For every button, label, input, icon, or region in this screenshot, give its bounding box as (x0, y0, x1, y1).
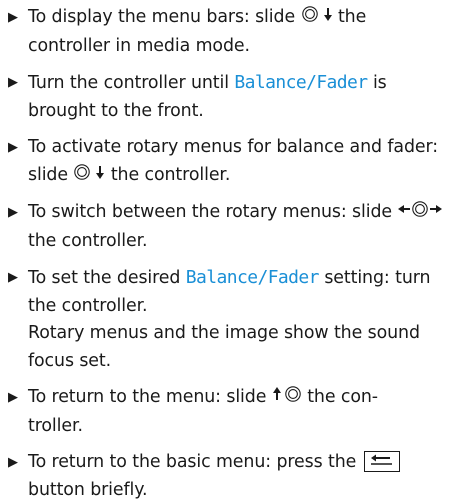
step-6-text-a: To return to the menu: slide (28, 387, 267, 407)
step-6-text-c: troller. (28, 415, 83, 436)
instruction-page: ▶ To display the menu bars: slide the co… (0, 0, 460, 501)
step-6-text-b: the con- (307, 387, 378, 407)
back-button-icon (363, 451, 400, 472)
arrow-down-icon (95, 163, 105, 191)
controller-icon (73, 163, 95, 191)
triangle-bullet-icon: ▶ (8, 140, 18, 155)
controller-icon (282, 385, 302, 413)
controller-icon (301, 5, 323, 33)
step-2-text-a: Turn the controller until (28, 73, 229, 93)
step-3: ▶ To activate rotary menus for balance a… (8, 134, 452, 190)
triangle-bullet-icon: ▶ (8, 205, 18, 220)
balance-fader-label: Balance/Fader (185, 267, 320, 288)
step-7-text-a: To return to the basic menu: press the (28, 452, 357, 472)
step-1-text-a: To display the menu bars: slide (28, 7, 296, 27)
triangle-bullet-icon: ▶ (8, 455, 18, 470)
step-5: ▶ To set the desired Balance/Fader setti… (8, 264, 452, 375)
arrow-left-icon (397, 200, 411, 228)
step-4: ▶ To switch between the rotary menus: sl… (8, 199, 452, 255)
step-1: ▶ To display the menu bars: slide the co… (8, 4, 452, 60)
arrow-down-icon (323, 5, 333, 33)
step-2: ▶ Turn the controller until Balance/Fade… (8, 69, 452, 125)
controller-icon (411, 200, 429, 228)
triangle-bullet-icon: ▶ (8, 75, 18, 90)
instruction-steps: ▶ To display the menu bars: slide the co… (8, 4, 452, 504)
step-5-text-a: To set the desired (28, 268, 181, 288)
triangle-bullet-icon: ▶ (8, 270, 18, 285)
step-3-text-b: the controller. (110, 164, 231, 185)
triangle-bullet-icon: ▶ (8, 390, 18, 405)
step-4-text-b: the controller. (28, 230, 148, 251)
balance-fader-label: Balance/Fader (234, 72, 368, 93)
triangle-bullet-icon: ▶ (8, 10, 18, 25)
step-7-text-b: button briefly. (28, 479, 148, 500)
step-5-result-text: Rotary menus and the image show the soun… (28, 323, 420, 371)
step-4-text-a: To switch between the rotary menus: slid… (28, 202, 393, 222)
arrow-right-icon (429, 200, 443, 228)
arrow-up-icon (272, 385, 282, 413)
step-6: ▶ To return to the menu: slide the con- … (8, 384, 452, 440)
step-7: ▶ To return to the basic menu: press the… (8, 449, 452, 504)
